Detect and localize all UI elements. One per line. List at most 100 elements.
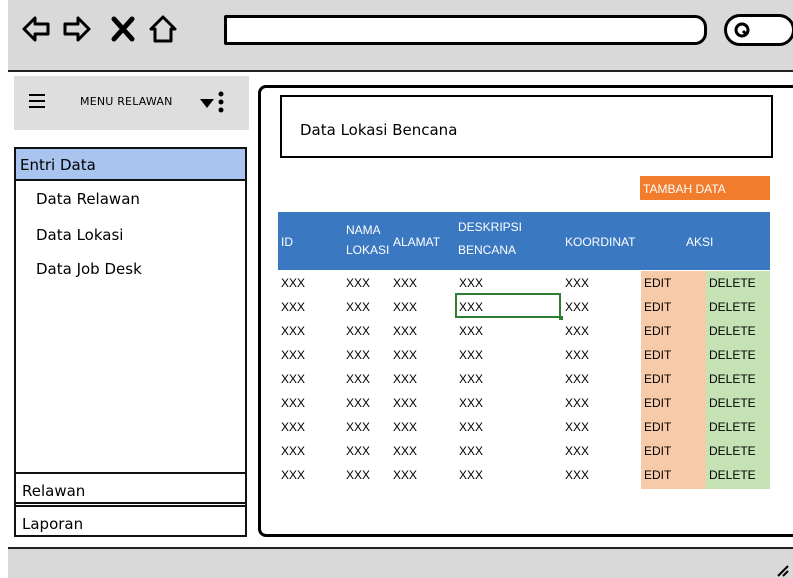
cell-deskripsi: XXX (459, 396, 484, 410)
cell-alamat: XXX (393, 420, 418, 434)
home-icon[interactable] (148, 14, 178, 44)
edit-button[interactable]: EDIT (644, 348, 671, 362)
column-header-id: ID (281, 235, 293, 249)
tambah-data-button[interactable]: TAMBAH DATA (640, 176, 770, 200)
column-header-lokasi: LOKASI (346, 243, 390, 257)
cell-alamat: XXX (393, 324, 418, 338)
sidebar-item-data-relawan[interactable]: Data Relawan (36, 190, 140, 208)
table-row: XXX XXX XXX XXX XXX EDIT DELETE (0, 345, 793, 369)
cell-alamat: XXX (393, 372, 418, 386)
cell-deskripsi: XXX (459, 420, 484, 434)
table-row: XXX XXX XXX XXX XXX EDIT DELETE (0, 297, 793, 321)
cell-koordinat: XXX (565, 420, 590, 434)
sidebar-item-laporan[interactable]: Laporan (14, 505, 247, 537)
cell-nama-lokasi: XXX (346, 468, 371, 482)
page-title: Data Lokasi Bencana (300, 121, 458, 139)
cell-alamat: XXX (393, 276, 418, 290)
cell-nama-lokasi: XXX (346, 444, 371, 458)
delete-button[interactable]: DELETE (709, 276, 756, 290)
cell-alamat: XXX (393, 348, 418, 362)
cell-nama-lokasi: XXX (346, 396, 371, 410)
cell-id: XXX (281, 420, 306, 434)
cell-id: XXX (281, 372, 306, 386)
vertical-dots-icon[interactable] (218, 91, 224, 113)
back-arrow-icon[interactable] (21, 14, 51, 44)
cell-deskripsi: XXX (459, 276, 484, 290)
page-title-box: Data Lokasi Bencana (280, 95, 773, 158)
cell-deskripsi: XXX (459, 372, 484, 386)
edit-button[interactable]: EDIT (644, 372, 671, 386)
edit-button[interactable]: EDIT (644, 444, 671, 458)
edit-button[interactable]: EDIT (644, 300, 671, 314)
cell-alamat: XXX (393, 300, 418, 314)
resize-handle-icon[interactable] (775, 563, 789, 577)
column-header-alamat: ALAMAT (393, 235, 441, 249)
delete-button[interactable]: DELETE (709, 300, 756, 314)
cell-deskripsi: XXX (459, 300, 484, 314)
cell-alamat: XXX (393, 396, 418, 410)
cell-koordinat: XXX (565, 372, 590, 386)
delete-button[interactable]: DELETE (709, 444, 756, 458)
cell-koordinat: XXX (565, 348, 590, 362)
cell-id: XXX (281, 348, 306, 362)
cell-deskripsi: XXX (459, 348, 484, 362)
column-header-koordinat: KOORDINAT (565, 235, 636, 249)
cell-koordinat: XXX (565, 300, 590, 314)
close-icon[interactable] (108, 14, 138, 44)
menu-title: MENU RELAWAN (80, 95, 173, 108)
delete-button[interactable]: DELETE (709, 420, 756, 434)
menu-header: MENU RELAWAN (14, 76, 249, 130)
hamburger-icon[interactable] (28, 93, 46, 109)
cell-deskripsi: XXX (459, 444, 484, 458)
cell-koordinat: XXX (565, 444, 590, 458)
forward-arrow-icon[interactable] (62, 14, 92, 44)
cell-koordinat: XXX (565, 396, 590, 410)
cell-id: XXX (281, 396, 306, 410)
cell-nama-lokasi: XXX (346, 324, 371, 338)
cell-deskripsi: XXX (459, 324, 484, 338)
cell-id: XXX (281, 444, 306, 458)
browser-toolbar (8, 0, 793, 72)
search-button[interactable] (724, 14, 793, 46)
cell-id: XXX (281, 468, 306, 482)
sidebar-section-entri-data[interactable]: Entri Data (16, 149, 245, 181)
cell-nama-lokasi: XXX (346, 276, 371, 290)
sidebar-item-data-lokasi[interactable]: Data Lokasi (36, 226, 123, 244)
table-row: XXX XXX XXX XXX XXX EDIT DELETE (0, 465, 793, 489)
cell-koordinat: XXX (565, 324, 590, 338)
table-row: XXX XXX XXX XXX XXX EDIT DELETE (0, 321, 793, 345)
column-header-bencana: BENCANA (458, 243, 517, 257)
edit-button[interactable]: EDIT (644, 420, 671, 434)
table-header: ID NAMA LOKASI ALAMAT DESKRIPSI BENCANA … (278, 212, 770, 270)
delete-button[interactable]: DELETE (709, 468, 756, 482)
address-bar[interactable] (224, 15, 707, 45)
column-header-aksi: AKSI (686, 235, 714, 249)
cell-koordinat: XXX (565, 276, 590, 290)
column-header-deskripsi: DESKRIPSI (458, 220, 523, 234)
cell-id: XXX (281, 324, 306, 338)
table-row: XXX XXX XXX XXX XXX EDIT DELETE (0, 369, 793, 393)
cell-id: XXX (281, 300, 306, 314)
edit-button[interactable]: EDIT (644, 396, 671, 410)
delete-button[interactable]: DELETE (709, 372, 756, 386)
edit-button[interactable]: EDIT (644, 324, 671, 338)
column-header-nama: NAMA (346, 223, 381, 237)
table-row: XXX XXX XXX XXX XXX EDIT DELETE (0, 417, 793, 441)
delete-button[interactable]: DELETE (709, 348, 756, 362)
cell-nama-lokasi: XXX (346, 300, 371, 314)
status-bar (8, 547, 793, 578)
table-row: XXX XXX XXX XXX XXX EDIT DELETE (0, 441, 793, 465)
table-row: XXX XXX XXX XXX XXX EDIT DELETE (0, 273, 793, 297)
edit-button[interactable]: EDIT (644, 468, 671, 482)
delete-button[interactable]: DELETE (709, 324, 756, 338)
cell-alamat: XXX (393, 444, 418, 458)
cell-alamat: XXX (393, 468, 418, 482)
delete-button[interactable]: DELETE (709, 396, 756, 410)
cell-nama-lokasi: XXX (346, 348, 371, 362)
edit-button[interactable]: EDIT (644, 276, 671, 290)
cell-deskripsi: XXX (459, 468, 484, 482)
cell-id: XXX (281, 276, 306, 290)
table-row: XXX XXX XXX XXX XXX EDIT DELETE (0, 393, 793, 417)
cell-nama-lokasi: XXX (346, 372, 371, 386)
caret-down-icon[interactable] (200, 99, 214, 108)
